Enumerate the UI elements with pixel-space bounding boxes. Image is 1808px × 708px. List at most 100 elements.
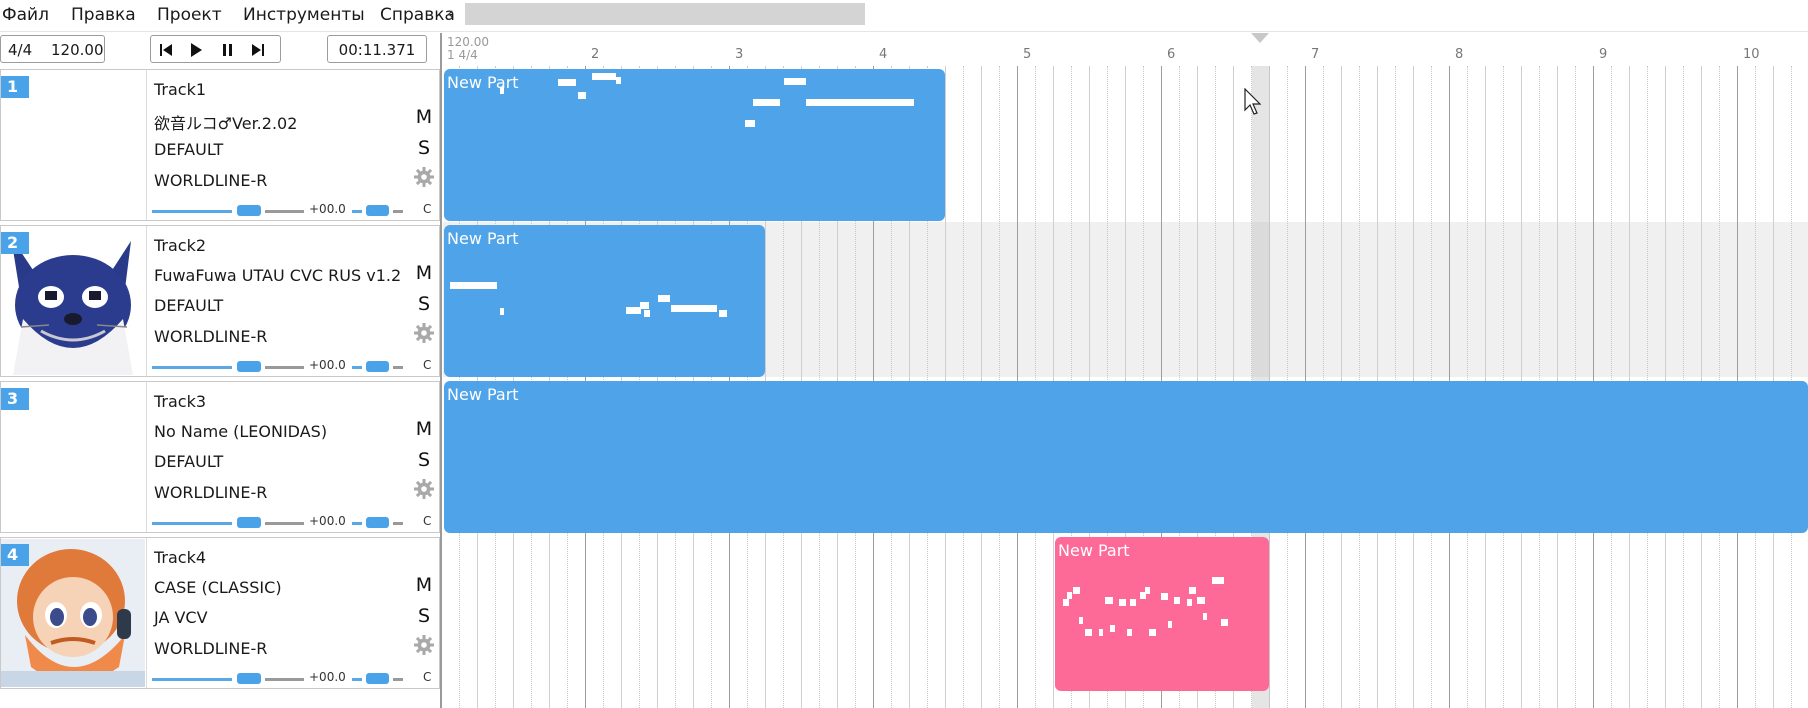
note — [1067, 592, 1072, 599]
menu-help[interactable]: Справка — [380, 4, 455, 26]
solo-button[interactable]: S — [413, 449, 435, 471]
gear-icon[interactable] — [413, 322, 435, 344]
mute-button[interactable]: M — [413, 574, 435, 596]
menu-overflow-chevron-icon[interactable]: ‹ — [447, 4, 454, 24]
track-name[interactable]: Track1 — [154, 80, 206, 99]
pan-slider-knob[interactable] — [366, 361, 389, 372]
track-phonemizer[interactable]: DEFAULT — [154, 296, 223, 315]
part-track1[interactable]: New Part — [444, 69, 945, 221]
menu-scrollbar[interactable] — [465, 3, 865, 25]
note — [1221, 619, 1228, 626]
track-number: 1 — [1, 76, 29, 98]
mute-button[interactable]: M — [413, 106, 435, 128]
pan-slider-knob[interactable] — [366, 205, 389, 216]
track-phonemizer[interactable]: DEFAULT — [154, 452, 223, 471]
track-name[interactable]: Track4 — [154, 548, 206, 567]
volume-slider-knob[interactable] — [237, 517, 261, 528]
menu-bar: Файл Правка Проект Инструменты Справка ‹ — [0, 0, 1808, 31]
volume-value: +00.0 — [309, 514, 346, 528]
track-name[interactable]: Track2 — [154, 236, 206, 255]
track-header-2[interactable]: 2 Track2 FuwaFuwa UTAU CVC RUS v1.2 DEFA… — [0, 225, 440, 377]
bar-label: 3 — [735, 47, 744, 62]
track-name[interactable]: Track3 — [154, 392, 206, 411]
bar-label: 2 — [591, 47, 600, 62]
track-renderer[interactable]: WORLDLINE-R — [154, 639, 267, 658]
track-renderer[interactable]: WORLDLINE-R — [154, 327, 267, 346]
time-signature-tempo-box[interactable]: 4/4 120.00 — [0, 35, 105, 63]
note — [1130, 599, 1136, 606]
track-number: 4 — [1, 544, 29, 566]
pan-value: C — [423, 670, 432, 684]
volume-slider-fill — [152, 522, 232, 525]
bar-label: 9 — [1599, 47, 1608, 62]
note — [1149, 629, 1156, 636]
note — [1203, 613, 1207, 620]
bar-label: 10 — [1743, 47, 1760, 62]
track-phonemizer[interactable]: DEFAULT — [154, 140, 223, 159]
volume-slider-knob[interactable] — [237, 673, 261, 684]
pan-slider-knob[interactable] — [366, 517, 389, 528]
skip-back-icon[interactable] — [157, 42, 175, 58]
mute-button[interactable]: M — [413, 262, 435, 284]
note — [753, 99, 780, 106]
pan-slider-track — [393, 522, 403, 525]
volume-slider-fill — [152, 366, 232, 369]
note — [1168, 621, 1172, 628]
note — [1145, 587, 1150, 594]
mute-button[interactable]: M — [413, 418, 435, 440]
track-canvas[interactable]: New Part New Part New Part New Part — [443, 66, 1808, 708]
gear-icon[interactable] — [413, 634, 435, 656]
track-singer[interactable]: FuwaFuwa UTAU CVC RUS v1.2 — [154, 266, 401, 285]
menu-project[interactable]: Проект — [157, 4, 222, 26]
mouse-cursor-icon — [1244, 88, 1262, 115]
track-singer[interactable]: No Name (LEONIDAS) — [154, 422, 327, 441]
gear-icon[interactable] — [413, 478, 435, 500]
track-renderer[interactable]: WORLDLINE-R — [154, 483, 267, 502]
part-track4[interactable]: New Part — [1055, 537, 1269, 691]
menu-tools[interactable]: Инструменты — [243, 4, 365, 26]
volume-slider-track — [265, 366, 304, 369]
note — [719, 310, 727, 317]
volume-slider-knob[interactable] — [237, 205, 261, 216]
volume-slider-knob[interactable] — [237, 361, 261, 372]
menu-file[interactable]: Файл — [2, 4, 49, 26]
track-header-4[interactable]: 4 Track4 CASE (CLASSIC) JA VCV WORLDLINE… — [0, 537, 440, 689]
bar-label: 7 — [1311, 47, 1320, 62]
menu-edit[interactable]: Правка — [71, 4, 136, 26]
track-singer[interactable]: CASE (CLASSIC) — [154, 578, 282, 597]
solo-button[interactable]: S — [413, 605, 435, 627]
part-title: New Part — [447, 385, 519, 404]
part-track3[interactable]: New Part — [444, 381, 1808, 533]
tempo-value[interactable]: 120.00 — [51, 36, 104, 64]
ruler-signature-marker: 1 4/4 — [447, 48, 478, 62]
note — [1189, 587, 1196, 594]
pan-slider-fill — [352, 522, 362, 525]
time-signature-value[interactable]: 4/4 — [8, 36, 32, 64]
pause-icon[interactable] — [219, 42, 237, 58]
skip-forward-icon[interactable] — [249, 42, 267, 58]
note — [784, 78, 806, 85]
track-renderer[interactable]: WORLDLINE-R — [154, 171, 267, 190]
note — [1079, 617, 1083, 624]
play-icon[interactable] — [187, 42, 205, 58]
track-singer[interactable]: 欲音ルコ♂Ver.2.02 — [154, 110, 297, 134]
header-divider[interactable] — [440, 33, 442, 708]
note — [558, 79, 576, 86]
bar-label: 4 — [879, 47, 888, 62]
pan-value: C — [423, 514, 432, 528]
track-phonemizer[interactable]: JA VCV — [154, 608, 208, 627]
timeline-ruler[interactable]: 120.00 1 4/4 2 3 4 5 6 7 8 9 10 — [443, 33, 1808, 66]
solo-button[interactable]: S — [413, 137, 435, 159]
solo-button[interactable]: S — [413, 293, 435, 315]
note — [745, 120, 755, 127]
pan-slider-knob[interactable] — [366, 673, 389, 684]
volume-value: +00.0 — [309, 202, 346, 216]
avatar-divider — [146, 538, 147, 688]
part-track2[interactable]: New Part — [444, 225, 765, 377]
playhead-marker-icon[interactable] — [1251, 33, 1269, 45]
track-header-3[interactable]: 3 Track3 No Name (LEONIDAS) DEFAULT WORL… — [0, 381, 440, 533]
note — [1073, 587, 1080, 594]
note — [1174, 597, 1180, 604]
track-header-1[interactable]: 1 Track1 欲音ルコ♂Ver.2.02 DEFAULT WORLDLINE… — [0, 69, 440, 221]
gear-icon[interactable] — [413, 166, 435, 188]
